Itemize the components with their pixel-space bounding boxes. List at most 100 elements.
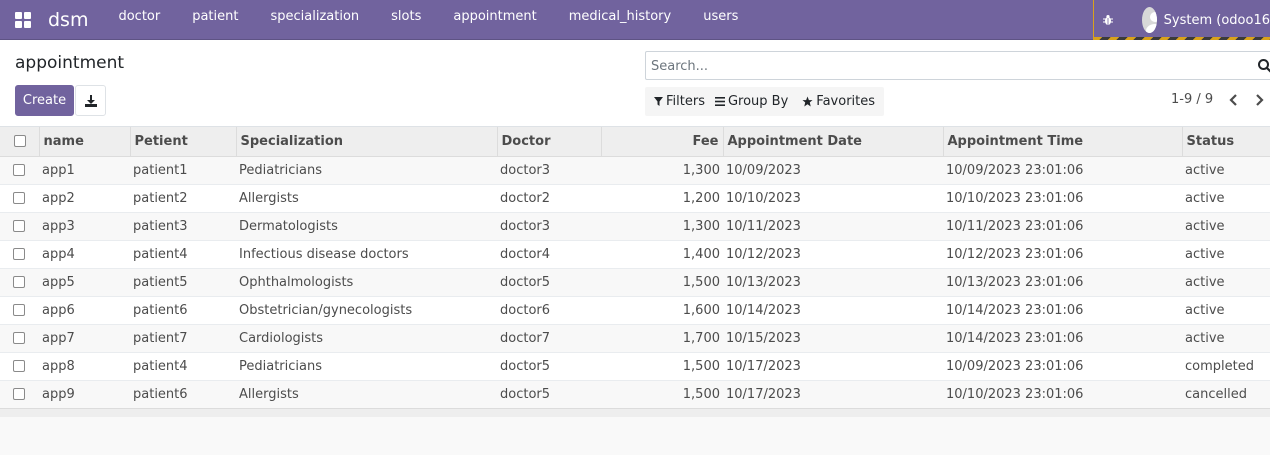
row-checkbox[interactable] bbox=[13, 332, 25, 344]
appointment-table: name Petient Specialization Doctor Fee A… bbox=[0, 127, 1270, 408]
cell-specialization: Dermatologists bbox=[236, 211, 497, 240]
cell-appointment-time: 10/13/2023 23:01:06 bbox=[943, 267, 1182, 296]
cell-appointment-date: 10/12/2023 bbox=[723, 239, 943, 268]
search-icon[interactable] bbox=[1257, 58, 1270, 74]
menu-item-users[interactable]: users bbox=[687, 0, 754, 40]
cell-specialization: Pediatricians bbox=[236, 155, 497, 184]
export-button[interactable] bbox=[75, 85, 106, 116]
cell-specialization: Obstetrician/gynecologists bbox=[236, 295, 497, 324]
cell-status: active bbox=[1182, 211, 1270, 240]
column-header-specialization[interactable]: Specialization bbox=[235, 127, 497, 157]
row-select-cell bbox=[0, 323, 39, 352]
row-checkbox[interactable] bbox=[13, 192, 25, 204]
cell-name: app2 bbox=[39, 183, 130, 212]
row-select-cell bbox=[0, 295, 39, 324]
search-input[interactable] bbox=[651, 56, 1241, 76]
cell-status: active bbox=[1182, 295, 1270, 324]
row-checkbox[interactable] bbox=[13, 220, 25, 232]
cell-doctor: doctor7 bbox=[497, 323, 601, 352]
table-row[interactable]: app9 patient6 Allergists doctor5 1,500 1… bbox=[0, 379, 1270, 408]
table-row[interactable]: app7 patient7 Cardiologists doctor7 1,70… bbox=[0, 323, 1270, 352]
menu-item-appointment[interactable]: appointment bbox=[437, 0, 552, 40]
table-row[interactable]: app8 patient4 Pediatricians doctor5 1,50… bbox=[0, 351, 1270, 380]
row-checkbox[interactable] bbox=[13, 248, 25, 260]
table-footer bbox=[0, 408, 1270, 417]
menu-item-patient[interactable]: patient bbox=[176, 0, 254, 40]
cell-name: app1 bbox=[39, 155, 130, 184]
cell-fee: 1,700 bbox=[601, 323, 723, 352]
cell-doctor: doctor2 bbox=[497, 183, 601, 212]
bars-icon bbox=[714, 97, 725, 106]
menu-item-doctor[interactable]: doctor bbox=[102, 0, 176, 40]
column-header-name[interactable]: name bbox=[38, 127, 130, 157]
select-all-checkbox[interactable] bbox=[14, 135, 26, 148]
table-row[interactable]: app2 patient2 Allergists doctor2 1,200 1… bbox=[0, 183, 1270, 212]
cell-patient: patient5 bbox=[130, 267, 236, 296]
menu-item-medical-history[interactable]: medical_history bbox=[553, 0, 687, 40]
row-checkbox[interactable] bbox=[13, 388, 25, 401]
cell-patient: patient1 bbox=[130, 155, 236, 184]
cell-patient: patient3 bbox=[130, 211, 236, 240]
cell-specialization: Cardiologists bbox=[236, 323, 497, 352]
create-button[interactable]: Create bbox=[15, 85, 74, 116]
pager-previous-button[interactable] bbox=[1226, 92, 1240, 108]
user-menu[interactable]: System (odoo16 bbox=[1122, 7, 1270, 33]
column-header-status[interactable]: Status bbox=[1181, 127, 1270, 157]
filters-button[interactable]: Filters bbox=[645, 87, 714, 116]
cell-patient: patient6 bbox=[130, 295, 236, 324]
cell-doctor: doctor4 bbox=[497, 239, 601, 268]
cell-specialization: Ophthalmologists bbox=[236, 267, 497, 296]
cell-doctor: doctor6 bbox=[497, 295, 601, 324]
cell-name: app4 bbox=[39, 239, 130, 268]
menu-item-slots[interactable]: slots bbox=[375, 0, 437, 40]
row-checkbox[interactable] bbox=[13, 164, 25, 176]
cell-specialization: Allergists bbox=[236, 183, 497, 212]
bug-icon bbox=[1102, 15, 1113, 25]
column-header-fee[interactable]: Fee bbox=[600, 127, 723, 157]
cell-status: active bbox=[1182, 267, 1270, 296]
cell-appointment-time: 10/14/2023 23:01:06 bbox=[943, 323, 1182, 352]
cell-patient: patient4 bbox=[130, 351, 236, 380]
cell-appointment-date: 10/10/2023 bbox=[723, 183, 943, 212]
column-header-appointment-date[interactable]: Appointment Date bbox=[722, 127, 943, 157]
pager-next-button[interactable] bbox=[1253, 92, 1267, 108]
row-select-cell bbox=[0, 211, 39, 240]
table-row[interactable]: app5 patient5 Ophthalmologists doctor5 1… bbox=[0, 267, 1270, 296]
top-navbar: dsm doctor patient specialization slots … bbox=[0, 0, 1270, 40]
cell-status: active bbox=[1182, 323, 1270, 352]
cell-status: active bbox=[1182, 183, 1270, 212]
table-row[interactable]: app4 patient4 Infectious disease doctors… bbox=[0, 239, 1270, 268]
avatar bbox=[1141, 7, 1157, 33]
cell-fee: 1,500 bbox=[601, 379, 723, 408]
search-box bbox=[645, 51, 1270, 80]
apps-menu-button[interactable] bbox=[0, 0, 46, 40]
cell-specialization: Infectious disease doctors bbox=[236, 239, 497, 268]
row-checkbox[interactable] bbox=[13, 304, 25, 316]
pager-value[interactable]: 1-9 / 9 bbox=[1171, 92, 1213, 107]
column-header-appointment-time[interactable]: Appointment Time bbox=[942, 127, 1182, 157]
favorites-button[interactable]: Favorites bbox=[797, 87, 884, 116]
debug-menu-button[interactable] bbox=[1094, 0, 1122, 40]
group-by-button[interactable]: Group By bbox=[714, 87, 797, 116]
table-row[interactable]: app3 patient3 Dermatologists doctor3 1,3… bbox=[0, 211, 1270, 240]
table-row[interactable]: app6 patient6 Obstetrician/gynecologists… bbox=[0, 295, 1270, 324]
cell-appointment-date: 10/15/2023 bbox=[723, 323, 943, 352]
cell-doctor: doctor5 bbox=[497, 267, 601, 296]
favorites-label: Favorites bbox=[816, 94, 876, 109]
column-header-patient[interactable]: Petient bbox=[129, 127, 236, 157]
table-row[interactable]: app1 patient1 Pediatricians doctor3 1,30… bbox=[0, 155, 1270, 184]
page-title: appointment bbox=[15, 53, 125, 73]
chevron-right-icon bbox=[1256, 94, 1264, 106]
column-header-doctor[interactable]: Doctor bbox=[496, 127, 601, 157]
row-checkbox[interactable] bbox=[13, 276, 25, 288]
cell-appointment-time: 10/12/2023 23:01:06 bbox=[943, 239, 1182, 268]
cell-doctor: doctor5 bbox=[497, 351, 601, 380]
menu-item-specialization[interactable]: specialization bbox=[254, 0, 375, 40]
cell-patient: patient4 bbox=[130, 239, 236, 268]
cell-name: app7 bbox=[39, 323, 130, 352]
cell-status: active bbox=[1182, 239, 1270, 268]
cell-appointment-time: 10/10/2023 23:01:06 bbox=[943, 183, 1182, 212]
cell-name: app8 bbox=[39, 351, 130, 380]
row-checkbox[interactable] bbox=[13, 360, 25, 372]
app-brand[interactable]: dsm bbox=[46, 0, 90, 40]
